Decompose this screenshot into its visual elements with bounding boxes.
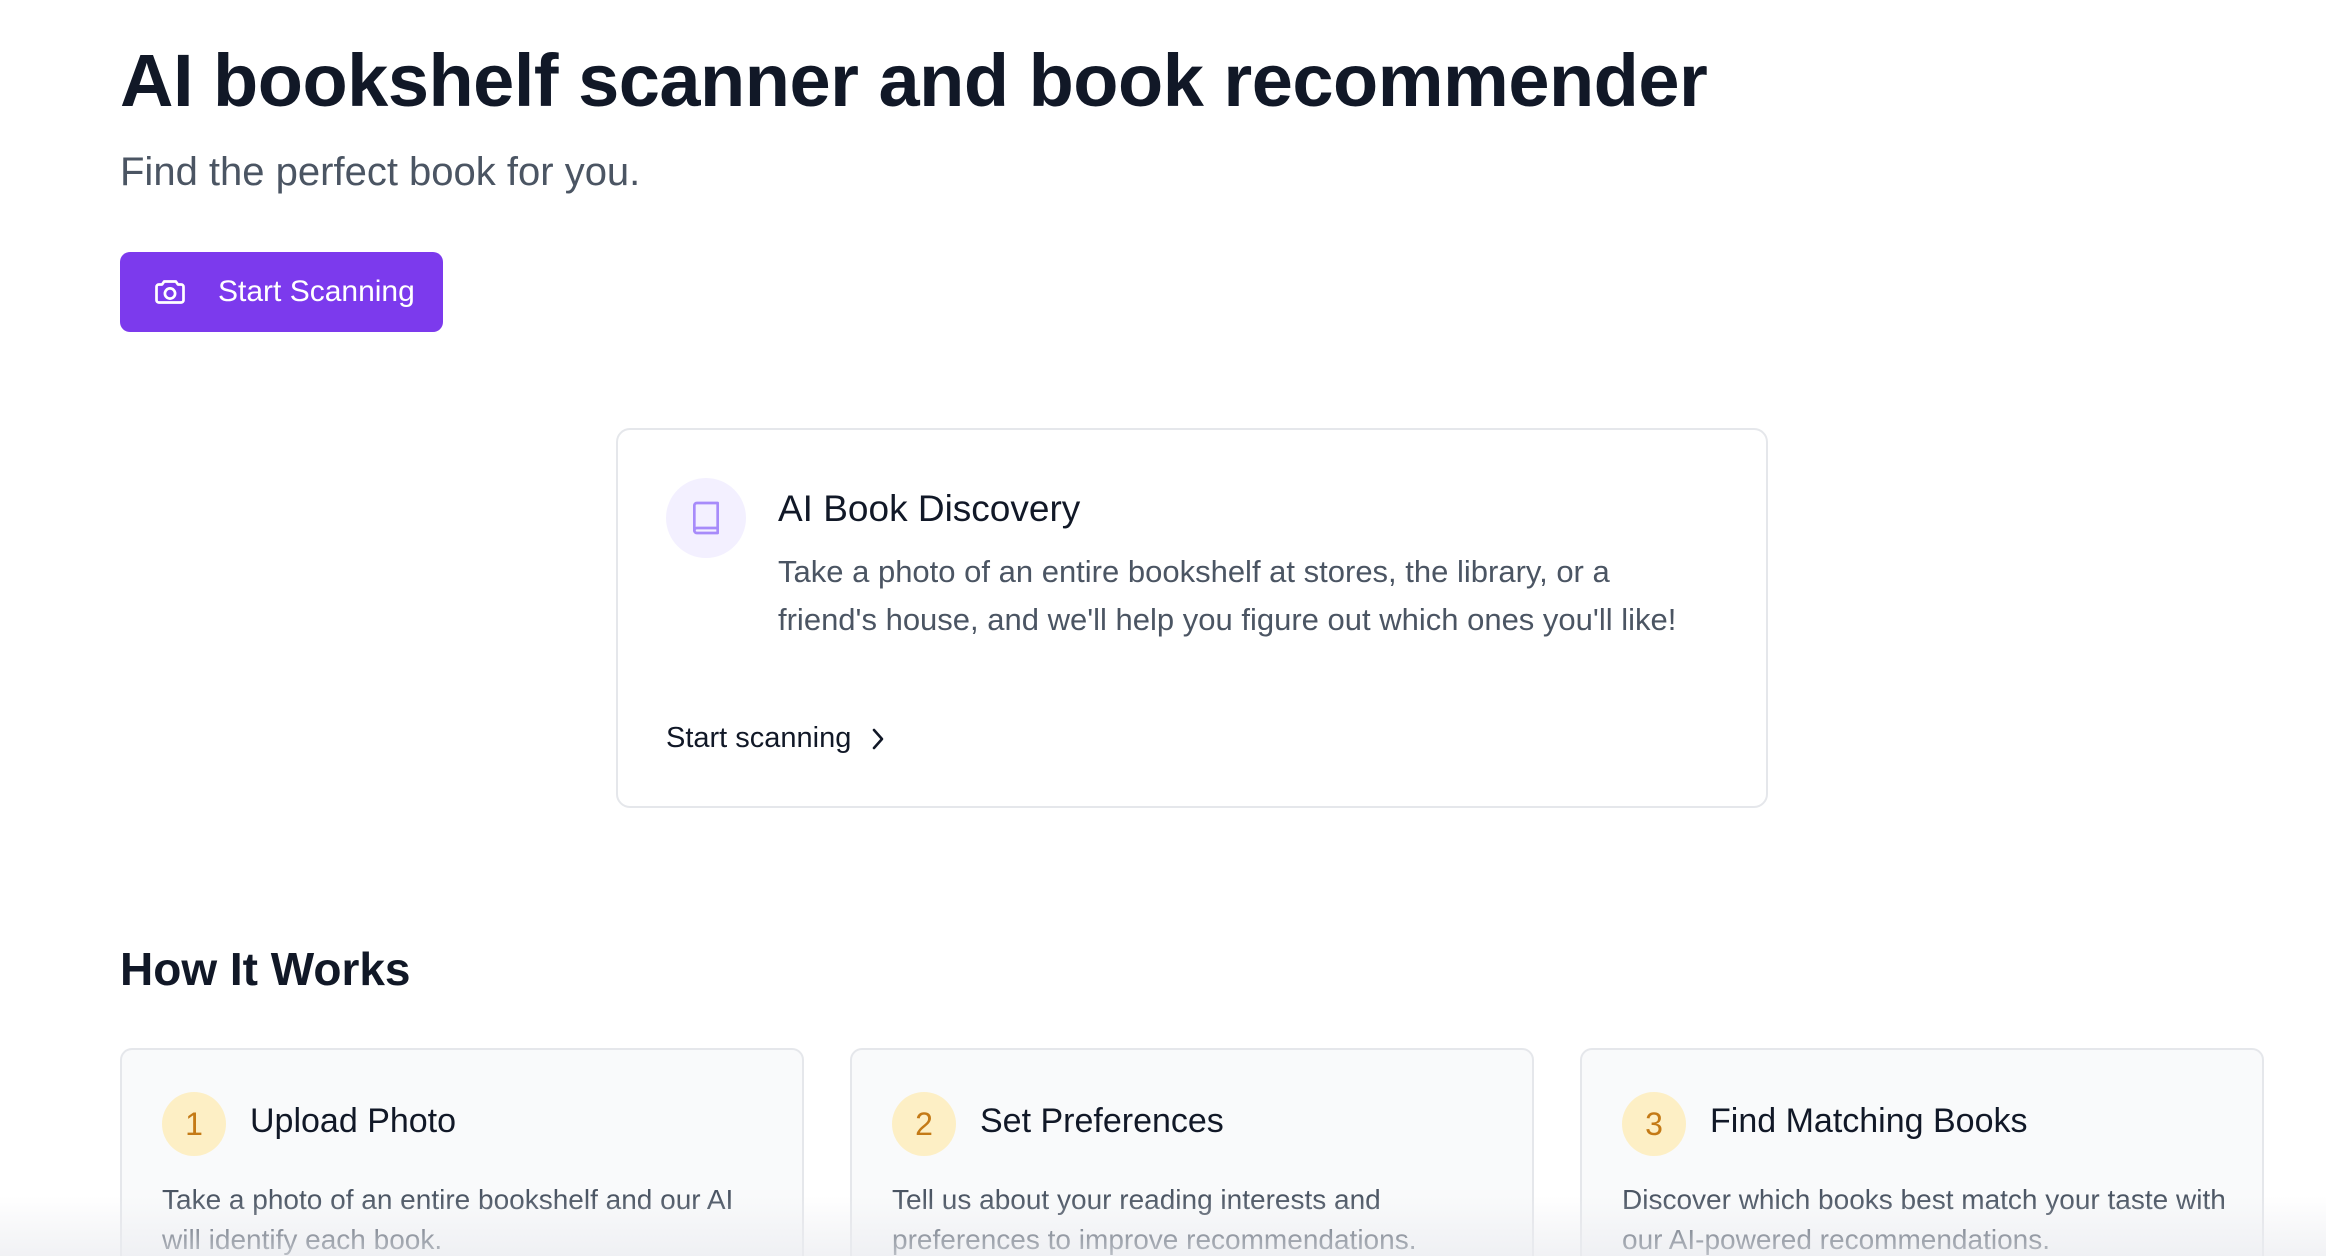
step-card-find-matching-books: 3 Find Matching Books Discover which boo… <box>1580 1048 2264 1256</box>
step-number-badge: 3 <box>1622 1092 1686 1156</box>
chevron-right-icon <box>867 726 889 752</box>
step-title: Set Preferences <box>980 1102 1224 1140</box>
step-card-upload-photo: 1 Upload Photo Take a photo of an entire… <box>120 1048 804 1256</box>
ai-book-discovery-card: AI Book Discovery Take a photo of an ent… <box>616 428 1768 808</box>
how-it-works-title: How It Works <box>120 943 411 995</box>
step-title: Find Matching Books <box>1710 1102 2028 1140</box>
camera-icon <box>152 274 188 310</box>
page-title: AI bookshelf scanner and book recommende… <box>120 39 1708 122</box>
step-title: Upload Photo <box>250 1102 457 1140</box>
book-icon <box>686 498 726 538</box>
start-scanning-button[interactable]: Start Scanning <box>120 252 443 332</box>
start-scanning-link-label: Start scanning <box>666 722 852 754</box>
page-subtitle: Find the perfect book for you. <box>120 150 641 194</box>
step-number-badge: 1 <box>162 1092 226 1156</box>
start-scanning-label: Start Scanning <box>218 275 415 308</box>
step-description: Take a photo of an entire bookshelf and … <box>162 1184 734 1255</box>
how-it-works-steps: 1 Upload Photo Take a photo of an entire… <box>120 1048 2264 1256</box>
feature-description: Take a photo of an entire bookshelf at s… <box>778 554 1677 637</box>
step-number-badge: 2 <box>892 1092 956 1156</box>
step-description: Tell us about your reading interests and… <box>892 1184 1417 1255</box>
landing-page: AI bookshelf scanner and book recommende… <box>0 0 2326 1256</box>
start-scanning-link[interactable]: Start scanning <box>666 722 889 755</box>
feature-title: AI Book Discovery <box>778 488 1081 529</box>
step-description: Discover which books best match your tas… <box>1622 1184 2226 1255</box>
feature-icon-container <box>666 478 746 558</box>
step-card-set-preferences: 2 Set Preferences Tell us about your rea… <box>850 1048 1534 1256</box>
